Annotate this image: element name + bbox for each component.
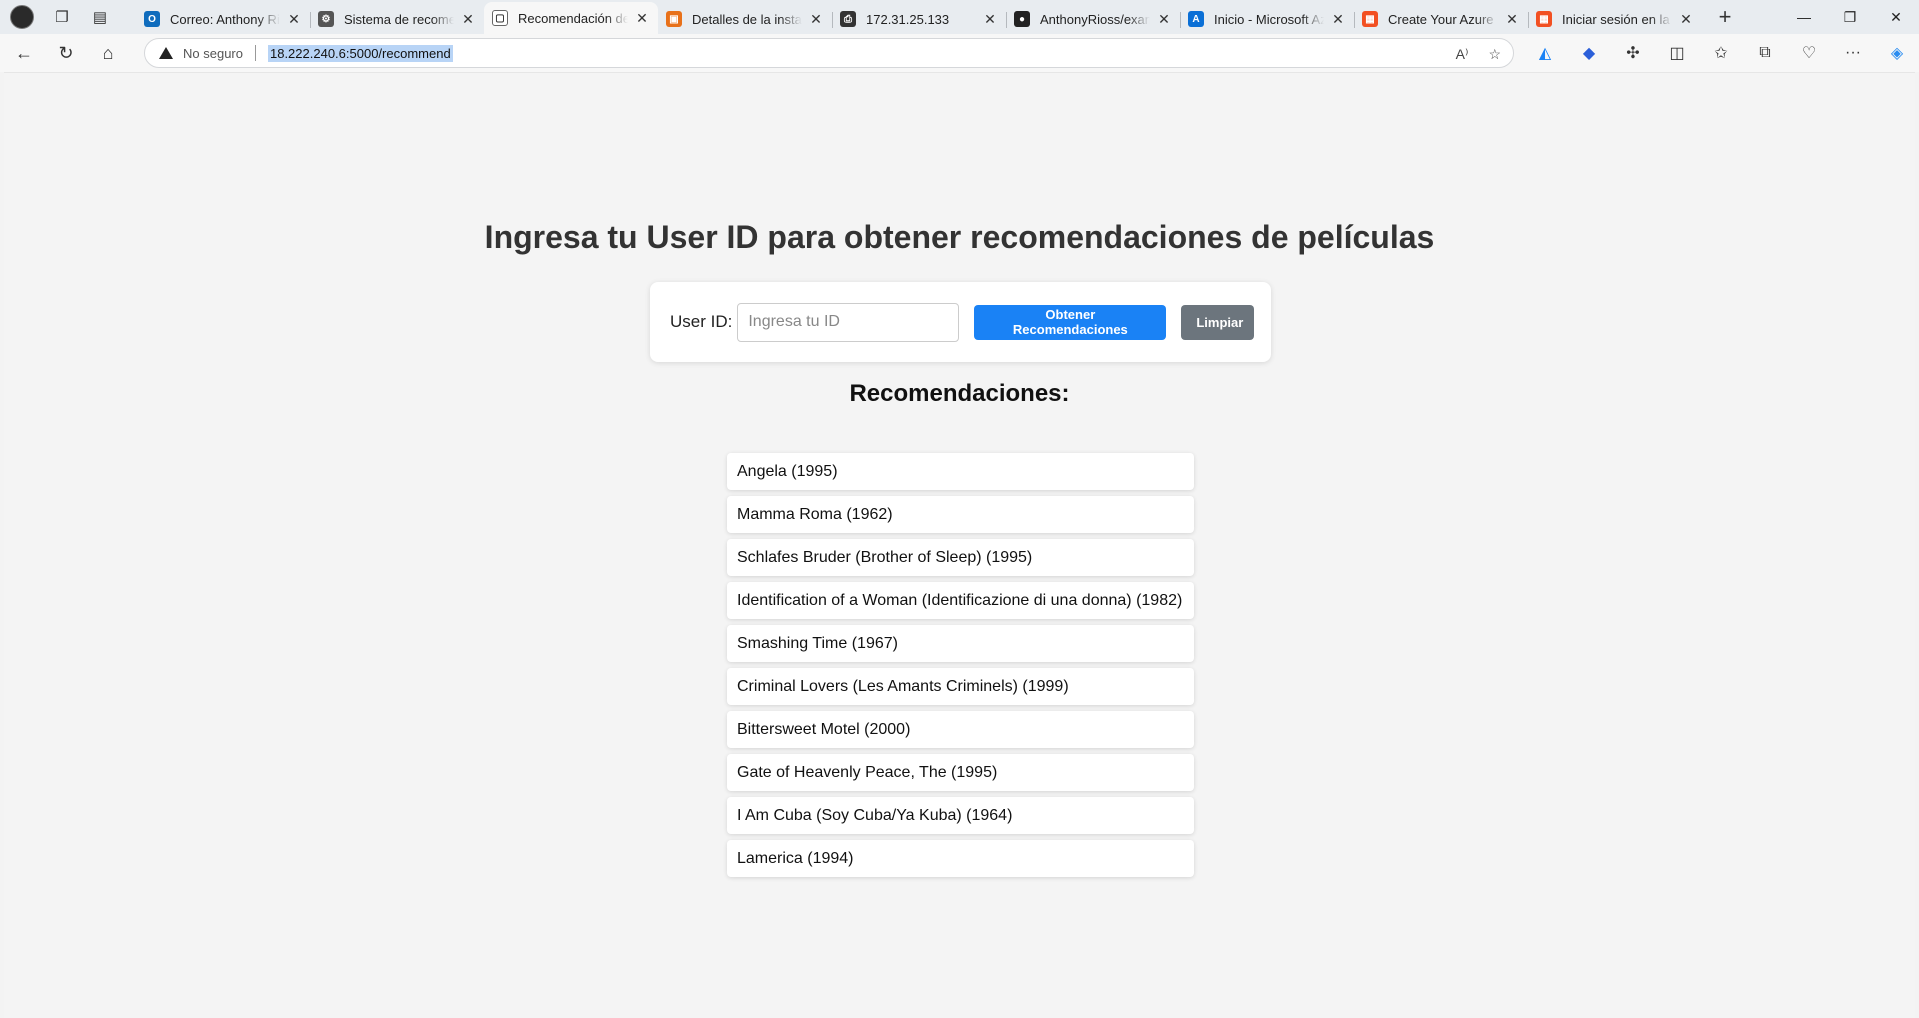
tab-title: Detalles de la instancia (692, 11, 802, 27)
browser-tab[interactable]: ● AnthonyRioss/examen ✕ (1006, 4, 1180, 34)
extension-a-icon[interactable]: ◭ (1523, 34, 1567, 72)
browser-tab[interactable]: ▢ Recomendación de Películas ✕ (484, 2, 658, 34)
tab-favicon-icon: ▦ (1536, 11, 1552, 27)
tab-title: Create Your Azure Free (1388, 11, 1498, 27)
copilot-icon[interactable]: ◈ (1875, 34, 1919, 72)
url-text[interactable]: 18.222.240.6:5000/recommend (267, 44, 453, 62)
tab-favicon-icon: O (144, 11, 160, 27)
browser-tab-strip: ❐ ▤ O Correo: Anthony Rios ✕ ⚙ Sistema de re… (0, 0, 1919, 34)
tab-close-icon[interactable]: ✕ (1678, 11, 1694, 28)
recommendation-item: Schlafes Bruder (Brother of Sleep) (1995… (727, 539, 1194, 576)
extensions-toolbar: ◭ ◆ ✣ ◫ ✩ ⧉ ♡ ··· ◈ (1523, 34, 1919, 72)
recommendation-item: Identification of a Woman (Identificazio… (727, 582, 1194, 619)
recommendations-list: Angela (1995) Mamma Roma (1962) Schlafes B… (727, 453, 1194, 883)
recommendation-item: Mamma Roma (1962) (727, 496, 1194, 533)
browser-tab[interactable]: ▦ Create Your Azure Free ✕ (1354, 4, 1528, 34)
recommendations-title: Recomendaciones: (849, 380, 1070, 407)
profile-avatar[interactable] (10, 5, 34, 29)
recommendation-item: Lamerica (1994) (727, 840, 1194, 877)
more-options-icon[interactable]: ··· (1831, 34, 1875, 72)
favorite-star-icon[interactable]: ☆ (1488, 46, 1501, 63)
browser-tab[interactable]: ⎙ 172.31.25.133 ✕ (832, 4, 1006, 34)
warning-icon (159, 47, 173, 59)
browser-tab[interactable]: O Correo: Anthony Rios ✕ (136, 4, 310, 34)
workspaces-icon[interactable]: ❐ (52, 7, 72, 27)
favorites-icon[interactable]: ✩ (1699, 34, 1743, 72)
tab-close-icon[interactable]: ✕ (634, 10, 650, 27)
tab-favicon-icon: ▦ (1362, 11, 1378, 27)
user-id-label: User ID: (670, 312, 733, 331)
extensions-puzzle-icon[interactable]: ✣ (1611, 34, 1655, 72)
back-icon[interactable]: ← (6, 38, 42, 68)
tab-title: Correo: Anthony Rios (170, 11, 280, 27)
user-id-form: User ID: Obtener Recomendaciones Limpiar (650, 282, 1271, 362)
extension-b-icon[interactable]: ◆ (1567, 34, 1611, 72)
tab-favicon-icon: ▣ (666, 11, 682, 27)
get-recommendations-button[interactable]: Obtener Recomendaciones (974, 304, 1167, 340)
browser-tab[interactable]: ⚙ Sistema de recomendación ✕ (310, 4, 484, 34)
restore-icon[interactable]: ❐ (1827, 0, 1873, 34)
tab-close-icon[interactable]: ✕ (460, 11, 476, 28)
tab-title: Iniciar sesión en la cuenta (1562, 11, 1672, 27)
recommendation-item: I Am Cuba (Soy Cuba/Ya Kuba) (1964) (727, 797, 1194, 834)
tab-actions-icon[interactable]: ▤ (90, 7, 110, 27)
tab-close-icon[interactable]: ✕ (286, 11, 302, 28)
browser-tab[interactable]: ▦ Iniciar sesión en la cuenta ✕ (1528, 4, 1702, 34)
tab-close-icon[interactable]: ✕ (1330, 11, 1346, 28)
tab-close-icon[interactable]: ✕ (1504, 11, 1520, 28)
close-window-icon[interactable]: ✕ (1873, 0, 1919, 34)
tab-title: 172.31.25.133 (866, 11, 950, 27)
recommendation-item: Criminal Lovers (Les Amants Criminels) (… (727, 668, 1194, 705)
browser-essentials-icon[interactable]: ♡ (1787, 34, 1831, 72)
browser-tab[interactable]: A Inicio - Microsoft Azure ✕ (1180, 4, 1354, 34)
split-screen-icon[interactable]: ◫ (1655, 34, 1699, 72)
refresh-icon[interactable]: ↻ (48, 38, 84, 68)
address-separator (254, 45, 256, 61)
clear-button[interactable]: Limpiar (1181, 304, 1255, 340)
address-actions: A⁾ ☆ (1456, 39, 1501, 69)
recommendation-item: Smashing Time (1967) (727, 625, 1194, 662)
browser-toolbar: ← ↻ ⌂ No seguro 18.222.240.6:5000/recomm… (0, 34, 1919, 72)
tab-title: Recomendación de Películas (518, 10, 628, 26)
user-id-input[interactable] (737, 302, 960, 342)
tab-title: AnthonyRioss/examen (1040, 11, 1150, 27)
tab-close-icon[interactable]: ✕ (808, 11, 824, 28)
recommendation-item: Gate of Heavenly Peace, The (1995) (727, 754, 1194, 791)
tab-favicon-icon: ● (1014, 11, 1030, 27)
tab-close-icon[interactable]: ✕ (982, 11, 998, 28)
tab-favicon-icon: A (1188, 11, 1204, 27)
page-title: Ingresa tu User ID para obtener recomend… (484, 219, 1435, 255)
tab-strip-left-controls: ❐ ▤ (0, 5, 136, 29)
recommendation-item: Bittersweet Motel (2000) (727, 711, 1194, 748)
read-aloud-icon[interactable]: A⁾ (1456, 46, 1469, 63)
tab-favicon-icon: ⚙ (318, 11, 334, 27)
tab-close-icon[interactable]: ✕ (1156, 11, 1172, 28)
tab-title: Sistema de recomendación (344, 11, 454, 27)
tab-title: Inicio - Microsoft Azure (1214, 11, 1324, 27)
recommendation-item: Angela (1995) (727, 453, 1194, 490)
tab-favicon-icon: ▢ (492, 10, 508, 26)
address-bar[interactable]: No seguro 18.222.240.6:5000/recommend A⁾… (144, 38, 1514, 68)
home-icon[interactable]: ⌂ (90, 38, 126, 68)
collections-icon[interactable]: ⧉ (1743, 34, 1787, 72)
window-controls: — ❐ ✕ (1781, 0, 1919, 34)
minimize-icon[interactable]: — (1781, 0, 1827, 34)
tab-list: O Correo: Anthony Rios ✕ ⚙ Sistema de recome… (136, 0, 1702, 34)
browser-tab[interactable]: ▣ Detalles de la instancia ✕ (658, 4, 832, 34)
new-tab-button[interactable]: + (1710, 2, 1740, 32)
tab-favicon-icon: ⎙ (840, 11, 856, 27)
security-status[interactable]: No seguro (183, 46, 243, 61)
page-content: Ingresa tu User ID para obtener recomend… (4, 72, 1915, 1018)
